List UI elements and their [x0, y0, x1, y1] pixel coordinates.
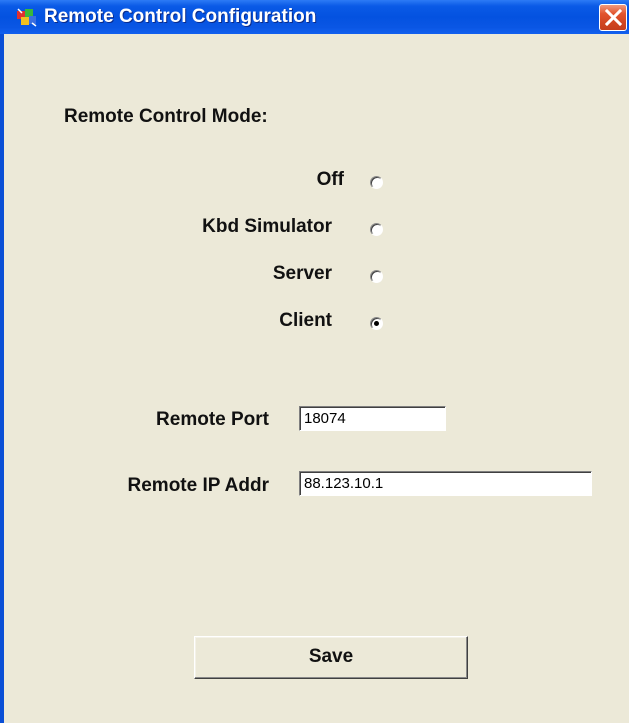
radio-server[interactable]: [370, 270, 383, 283]
mode-option-label: Server: [272, 263, 332, 284]
remote-ip-label: Remote IP Addr: [127, 475, 269, 496]
mode-option-label: Kbd Simulator: [202, 216, 332, 237]
app-icon[interactable]: [16, 7, 38, 27]
mode-option-off[interactable]: Off: [4, 169, 344, 195]
window-title: Remote Control Configuration: [44, 6, 317, 27]
close-button[interactable]: [599, 4, 627, 31]
remote-ip-input[interactable]: 88.123.10.1: [299, 471, 592, 496]
remote-port-label: Remote Port: [156, 409, 269, 430]
save-button[interactable]: Save: [194, 636, 468, 679]
radio-off[interactable]: [370, 176, 383, 189]
remote-port-input[interactable]: 18074: [299, 406, 446, 431]
mode-heading: Remote Control Mode:: [64, 106, 268, 127]
title-bar[interactable]: Remote Control Configuration: [0, 0, 629, 34]
mode-option-server[interactable]: Server: [4, 263, 332, 289]
dialog-body: Remote Control Mode: Off Kbd Simulator S…: [4, 34, 629, 723]
radio-client[interactable]: [370, 317, 383, 330]
close-icon: [605, 9, 622, 26]
config-window: Remote Control Configuration Remote Cont…: [0, 0, 629, 723]
mode-option-kbd-simulator[interactable]: Kbd Simulator: [4, 216, 332, 242]
radio-selected-dot: [374, 321, 379, 326]
mode-option-label: Off: [316, 169, 344, 190]
radio-kbd-simulator[interactable]: [370, 223, 383, 236]
mode-option-client[interactable]: Client: [4, 310, 332, 336]
mode-option-label: Client: [279, 310, 332, 331]
